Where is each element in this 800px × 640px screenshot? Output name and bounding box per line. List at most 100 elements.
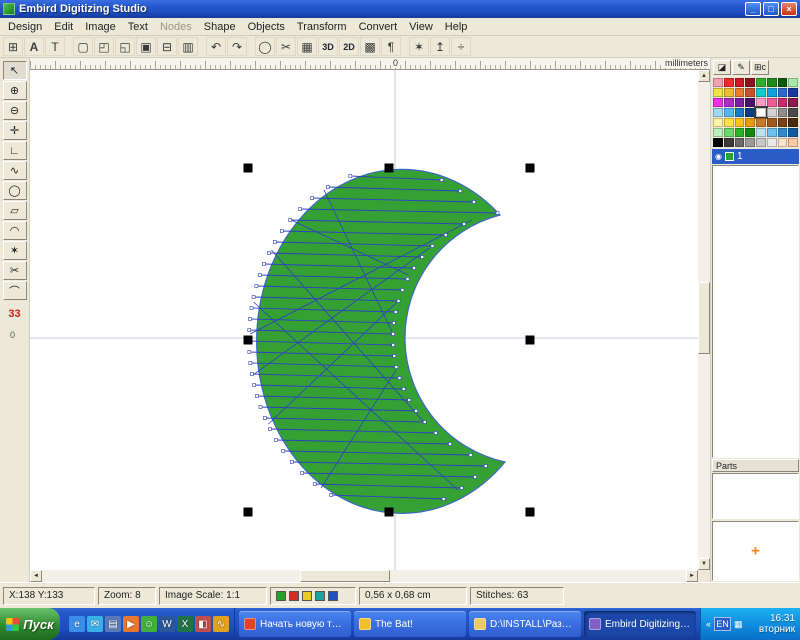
color-swatch[interactable] bbox=[713, 98, 723, 107]
measure-tool[interactable]: ∟ bbox=[3, 141, 27, 160]
language-indicator[interactable]: EN bbox=[714, 617, 731, 631]
mesh-button[interactable]: ▦ bbox=[297, 37, 317, 56]
menu-image[interactable]: Image bbox=[79, 19, 122, 35]
selection-handle[interactable] bbox=[526, 336, 535, 345]
color-swatch[interactable] bbox=[713, 128, 723, 137]
design-drawing[interactable] bbox=[30, 70, 698, 570]
color-swatch[interactable] bbox=[724, 128, 734, 137]
color-swatch[interactable] bbox=[756, 128, 766, 137]
horizontal-scroll-track[interactable] bbox=[42, 570, 686, 582]
color-swatch[interactable] bbox=[756, 98, 766, 107]
catalog-button[interactable]: ⊞c bbox=[751, 60, 769, 75]
menu-transform[interactable]: Transform bbox=[291, 19, 353, 35]
vertical-scrollbar[interactable]: ▲ ▼ bbox=[698, 70, 710, 570]
taskbar-task[interactable]: The Bat! bbox=[354, 611, 466, 637]
color-swatch[interactable] bbox=[778, 138, 788, 147]
parts-list[interactable] bbox=[712, 473, 799, 519]
color-swatch[interactable] bbox=[767, 88, 777, 97]
color-swatch[interactable] bbox=[745, 98, 755, 107]
color-swatch[interactable] bbox=[767, 108, 777, 117]
design-grid-button[interactable]: ⊞ bbox=[3, 37, 23, 56]
menu-view[interactable]: View bbox=[403, 19, 439, 35]
color-swatch[interactable] bbox=[735, 78, 745, 87]
ellipse-tool[interactable]: ◯ bbox=[3, 181, 27, 200]
scroll-up-button[interactable]: ▲ bbox=[698, 70, 710, 82]
menu-objects[interactable]: Objects bbox=[242, 19, 291, 35]
menu-shape[interactable]: Shape bbox=[198, 19, 242, 35]
color-swatch[interactable] bbox=[788, 118, 798, 127]
copy-button[interactable]: ▥ bbox=[178, 37, 198, 56]
color-swatch[interactable] bbox=[745, 128, 755, 137]
color-swatch[interactable] bbox=[767, 128, 777, 137]
taskbar-task[interactable]: D:\INSTALL\Разное\Embird bbox=[469, 611, 581, 637]
selection-handle[interactable] bbox=[526, 508, 535, 517]
visibility-eye-icon[interactable]: ◉ bbox=[715, 153, 722, 161]
minimize-button[interactable]: _ bbox=[745, 2, 761, 16]
redo-button[interactable]: ↷ bbox=[227, 37, 247, 56]
print-button[interactable]: ⊟ bbox=[157, 37, 177, 56]
color-swatch[interactable] bbox=[745, 108, 755, 117]
color-swatch[interactable] bbox=[713, 88, 723, 97]
generate-button[interactable]: ✶ bbox=[409, 37, 429, 56]
freehand-tool[interactable]: ∿ bbox=[3, 161, 27, 180]
color-swatch[interactable] bbox=[735, 88, 745, 97]
view-2d-button[interactable]: 2D bbox=[339, 37, 359, 56]
color-swatch[interactable] bbox=[788, 108, 798, 117]
save-design-button[interactable]: ▣ bbox=[136, 37, 156, 56]
color-swatch[interactable] bbox=[735, 98, 745, 107]
excel-icon[interactable]: X bbox=[177, 616, 193, 632]
divide-button[interactable]: ÷ bbox=[451, 37, 471, 56]
color-swatch[interactable] bbox=[788, 88, 798, 97]
vertical-scroll-thumb[interactable] bbox=[698, 282, 710, 354]
edit-color-button[interactable]: ✎ bbox=[732, 60, 750, 75]
color-swatch[interactable] bbox=[767, 98, 777, 107]
color-swatch[interactable] bbox=[788, 98, 798, 107]
selection-handle[interactable] bbox=[244, 508, 253, 517]
keyboard-tray-icon[interactable]: ▦ bbox=[734, 619, 743, 630]
palette-mode-button[interactable]: ◪ bbox=[713, 60, 731, 75]
color-swatch[interactable] bbox=[724, 78, 734, 87]
color-swatch[interactable] bbox=[756, 118, 766, 127]
winamp-icon[interactable]: ∿ bbox=[213, 616, 229, 632]
menu-edit[interactable]: Edit bbox=[48, 19, 79, 35]
color-swatch[interactable] bbox=[767, 138, 777, 147]
scissors-button[interactable]: ✂ bbox=[276, 37, 296, 56]
select-tool[interactable]: ↖ bbox=[3, 61, 27, 80]
design-canvas[interactable] bbox=[30, 70, 698, 570]
color-swatch[interactable] bbox=[713, 108, 723, 117]
pattern-button[interactable]: ▩ bbox=[360, 37, 380, 56]
menu-help[interactable]: Help bbox=[439, 19, 474, 35]
show-desktop-icon[interactable]: ▤ bbox=[105, 616, 121, 632]
import-image-button[interactable]: ◱ bbox=[115, 37, 135, 56]
open-design-button[interactable]: ◰ bbox=[94, 37, 114, 56]
messenger-icon[interactable]: ☺ bbox=[141, 616, 157, 632]
zoom-in-tool[interactable]: ⊕ bbox=[3, 81, 27, 100]
color-swatch[interactable] bbox=[788, 78, 798, 87]
color-swatch[interactable] bbox=[713, 118, 723, 127]
color-swatch[interactable] bbox=[724, 108, 734, 117]
new-design-button[interactable]: ▢ bbox=[73, 37, 93, 56]
color-swatch[interactable] bbox=[745, 78, 755, 87]
color-swatch[interactable] bbox=[767, 118, 777, 127]
color-swatch[interactable] bbox=[745, 138, 755, 147]
internet-explorer-icon[interactable]: e bbox=[69, 616, 85, 632]
color-swatch[interactable] bbox=[767, 78, 777, 87]
color-swatch[interactable] bbox=[745, 118, 755, 127]
selection-handle[interactable] bbox=[526, 164, 535, 173]
media-player-icon[interactable]: ▶ bbox=[123, 616, 139, 632]
color-swatch[interactable] bbox=[735, 128, 745, 137]
text-tool-button[interactable]: T bbox=[45, 37, 65, 56]
view-3d-button[interactable]: 3D bbox=[318, 37, 338, 56]
color-swatch[interactable] bbox=[778, 98, 788, 107]
taskbar-task[interactable]: Начать новую тему :: В... bbox=[239, 611, 351, 637]
color-swatch[interactable] bbox=[735, 118, 745, 127]
tray-chevron-icon[interactable]: « bbox=[706, 619, 711, 629]
move-up-button[interactable]: ↥ bbox=[430, 37, 450, 56]
color-swatch[interactable] bbox=[724, 98, 734, 107]
color-swatch[interactable] bbox=[778, 128, 788, 137]
color-swatch[interactable] bbox=[778, 108, 788, 117]
undo-button[interactable]: ↶ bbox=[206, 37, 226, 56]
color-swatch[interactable] bbox=[778, 118, 788, 127]
horizontal-scroll-thumb[interactable] bbox=[300, 570, 390, 582]
selection-handle[interactable] bbox=[244, 164, 253, 173]
